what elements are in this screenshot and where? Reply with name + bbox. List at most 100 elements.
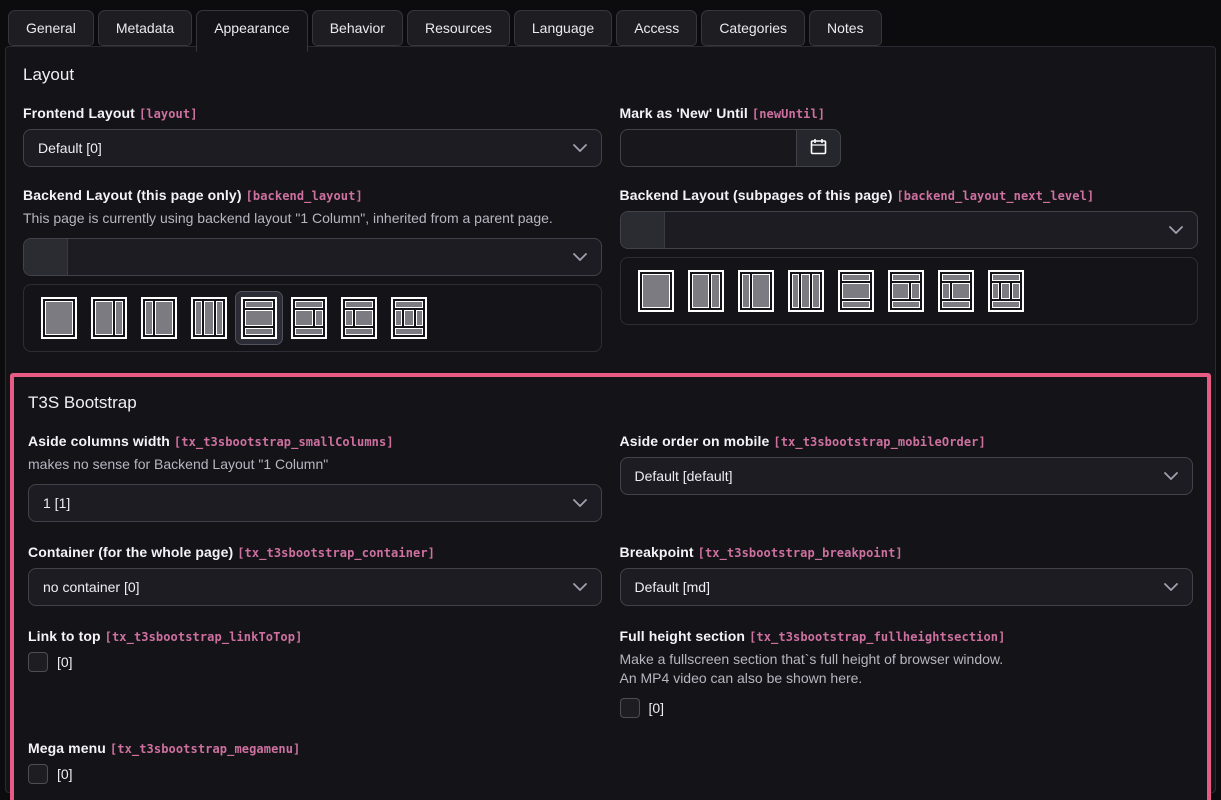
breakpoint-code: [tx_t3sbootstrap_breakpoint] xyxy=(698,546,903,560)
breakpoint-field: Breakpoint [tx_t3sbootstrap_breakpoint] D… xyxy=(620,544,1194,606)
backend-layout-option-rows-header-content-footer[interactable] xyxy=(236,292,282,344)
link-to-top-checkbox[interactable] xyxy=(28,652,48,672)
new-until-datepicker-button[interactable] xyxy=(796,129,841,167)
aside-columns-width-value: 1 [1] xyxy=(43,495,70,511)
container-label: Container (for the whole page) xyxy=(28,544,233,560)
breakpoint-select[interactable]: Default [md] xyxy=(620,568,1194,606)
t3s-section-title: T3S Bootstrap xyxy=(28,393,1193,413)
backend-layout-next-label: Backend Layout (subpages of this page) xyxy=(620,187,893,203)
tab-appearance[interactable]: Appearance xyxy=(196,10,308,52)
backend-layout-next-select[interactable] xyxy=(620,211,1199,249)
container-field: Container (for the whole page) [tx_t3sboo… xyxy=(28,544,602,606)
new-until-label: Mark as 'New' Until xyxy=(620,105,748,121)
layout-2-columns-wide-right-icon xyxy=(141,297,177,339)
mega-menu-checkbox[interactable] xyxy=(28,764,48,784)
layout-header-3-columns-footer-icon xyxy=(988,270,1024,312)
backend-layout-option-header-3-columns-footer[interactable] xyxy=(983,265,1029,317)
t3s-bootstrap-section: T3S Bootstrap Aside columns width[tx_t3s… xyxy=(10,373,1211,800)
backend-layout-select-icon-slot xyxy=(24,239,68,275)
backend-layout-option-1-column[interactable] xyxy=(633,265,679,317)
layout-3-columns-icon xyxy=(788,270,824,312)
aside-order-mobile-select[interactable]: Default [default] xyxy=(620,457,1194,495)
full-height-section-label: Full height section xyxy=(620,628,746,644)
chevron-down-icon xyxy=(573,499,587,507)
calendar-icon xyxy=(809,137,828,159)
layout-rows-header-content-footer-icon xyxy=(241,297,277,339)
aside-columns-width-description: makes no sense for Backend Layout "1 Col… xyxy=(28,455,602,474)
backend-layout-code: [backend_layout] xyxy=(246,189,363,203)
backend-layout-option-2-columns-wide-left[interactable] xyxy=(86,292,132,344)
tab-metadata[interactable]: Metadata xyxy=(98,10,192,46)
full-height-section-checkbox[interactable] xyxy=(620,698,640,718)
backend-layout-option-header-content-right-footer[interactable] xyxy=(883,265,929,317)
backend-layout-option-2-columns-wide-right[interactable] xyxy=(136,292,182,344)
full-height-section-description-2: An MP4 video can also be shown here. xyxy=(620,669,1194,688)
mega-menu-checkbox-label: [0] xyxy=(57,766,73,782)
layout-header-content-right-footer-icon xyxy=(291,297,327,339)
backend-layout-icon-picker xyxy=(23,284,602,352)
tab-language[interactable]: Language xyxy=(514,10,612,46)
backend-layout-option-header-content-right-footer[interactable] xyxy=(286,292,332,344)
link-to-top-checkbox-label: [0] xyxy=(57,654,73,670)
backend-layout-option-3-columns[interactable] xyxy=(783,265,829,317)
full-height-section-description-1: Make a fullscreen section that`s full he… xyxy=(620,650,1194,669)
layout-section-title: Layout xyxy=(23,65,1198,85)
tab-access[interactable]: Access xyxy=(616,10,697,46)
backend-layout-option-2-columns-wide-right[interactable] xyxy=(733,265,779,317)
tab-categories[interactable]: Categories xyxy=(701,10,805,46)
backend-layout-option-rows-header-content-footer[interactable] xyxy=(833,265,879,317)
chevron-down-icon xyxy=(573,144,587,152)
link-to-top-field: Link to top [tx_t3sbootstrap_linkToTop] [… xyxy=(28,628,602,672)
new-until-input[interactable] xyxy=(620,129,796,167)
frontend-layout-select[interactable]: Default [0] xyxy=(23,129,602,167)
full-height-section-field: Full height section[tx_t3sbootstrap_full… xyxy=(620,628,1194,718)
mega-menu-field: Mega menu[tx_t3sbootstrap_megamenu] [0] xyxy=(28,740,602,784)
full-height-section-code: [tx_t3sbootstrap_fullheightsection] xyxy=(749,630,1005,644)
link-to-top-label: Link to top xyxy=(28,628,101,644)
page-properties-window: General Metadata Appearance Behavior Res… xyxy=(0,0,1221,800)
tab-notes[interactable]: Notes xyxy=(809,10,882,46)
tab-general[interactable]: General xyxy=(8,10,94,46)
aside-order-mobile-code: [tx_t3sbootstrap_mobileOrder] xyxy=(773,435,985,449)
layout-header-left-content-footer-icon xyxy=(938,270,974,312)
layout-header-content-right-footer-icon xyxy=(888,270,924,312)
layout-header-3-columns-footer-icon xyxy=(391,297,427,339)
backend-layout-option-header-left-content-footer[interactable] xyxy=(933,265,979,317)
chevron-down-icon xyxy=(1164,472,1178,480)
frontend-layout-value: Default [0] xyxy=(38,140,102,156)
container-code: [tx_t3sbootstrap_container] xyxy=(237,546,435,560)
aside-columns-width-select[interactable]: 1 [1] xyxy=(28,484,602,522)
backend-layout-option-2-columns-wide-left[interactable] xyxy=(683,265,729,317)
new-until-code: [newUntil] xyxy=(752,107,825,121)
layout-1-column-icon xyxy=(41,297,77,339)
new-until-field: Mark as 'New' Until [newUntil] xyxy=(620,105,1199,167)
frontend-layout-field: Frontend Layout[layout] Default [0] xyxy=(23,105,602,167)
backend-layout-label: Backend Layout (this page only) xyxy=(23,187,242,203)
container-select[interactable]: no container [0] xyxy=(28,568,602,606)
aside-columns-width-code: [tx_t3sbootstrap_smallColumns] xyxy=(174,435,394,449)
backend-layout-next-select-icon-slot xyxy=(621,212,665,248)
chevron-down-icon xyxy=(573,253,587,261)
backend-layout-option-header-left-content-footer[interactable] xyxy=(336,292,382,344)
layout-2-columns-wide-right-icon xyxy=(738,270,774,312)
tab-resources[interactable]: Resources xyxy=(407,10,510,46)
tab-behavior[interactable]: Behavior xyxy=(312,10,403,46)
aside-order-mobile-label: Aside order on mobile xyxy=(620,433,770,449)
backend-layout-option-1-column[interactable] xyxy=(36,292,82,344)
layout-3-columns-icon xyxy=(191,297,227,339)
frontend-layout-label: Frontend Layout xyxy=(23,105,135,121)
layout-section-grid: Frontend Layout[layout] Default [0] Mark… xyxy=(23,105,1198,352)
breakpoint-label: Breakpoint xyxy=(620,544,694,560)
breakpoint-value: Default [md] xyxy=(635,579,710,595)
link-to-top-code: [tx_t3sbootstrap_linkToTop] xyxy=(105,630,303,644)
backend-layout-option-3-columns[interactable] xyxy=(186,292,232,344)
chevron-down-icon xyxy=(1169,226,1183,234)
layout-2-columns-wide-left-icon xyxy=(91,297,127,339)
backend-layout-option-header-3-columns-footer[interactable] xyxy=(386,292,432,344)
backend-layout-field: Backend Layout (this page only) [backend_… xyxy=(23,187,602,352)
backend-layout-next-field: Backend Layout (subpages of this page)[b… xyxy=(620,187,1199,325)
backend-layout-select[interactable] xyxy=(23,238,602,276)
chevron-down-icon xyxy=(573,583,587,591)
layout-2-columns-wide-left-icon xyxy=(688,270,724,312)
backend-layout-next-code: [backend_layout_next_level] xyxy=(896,189,1094,203)
